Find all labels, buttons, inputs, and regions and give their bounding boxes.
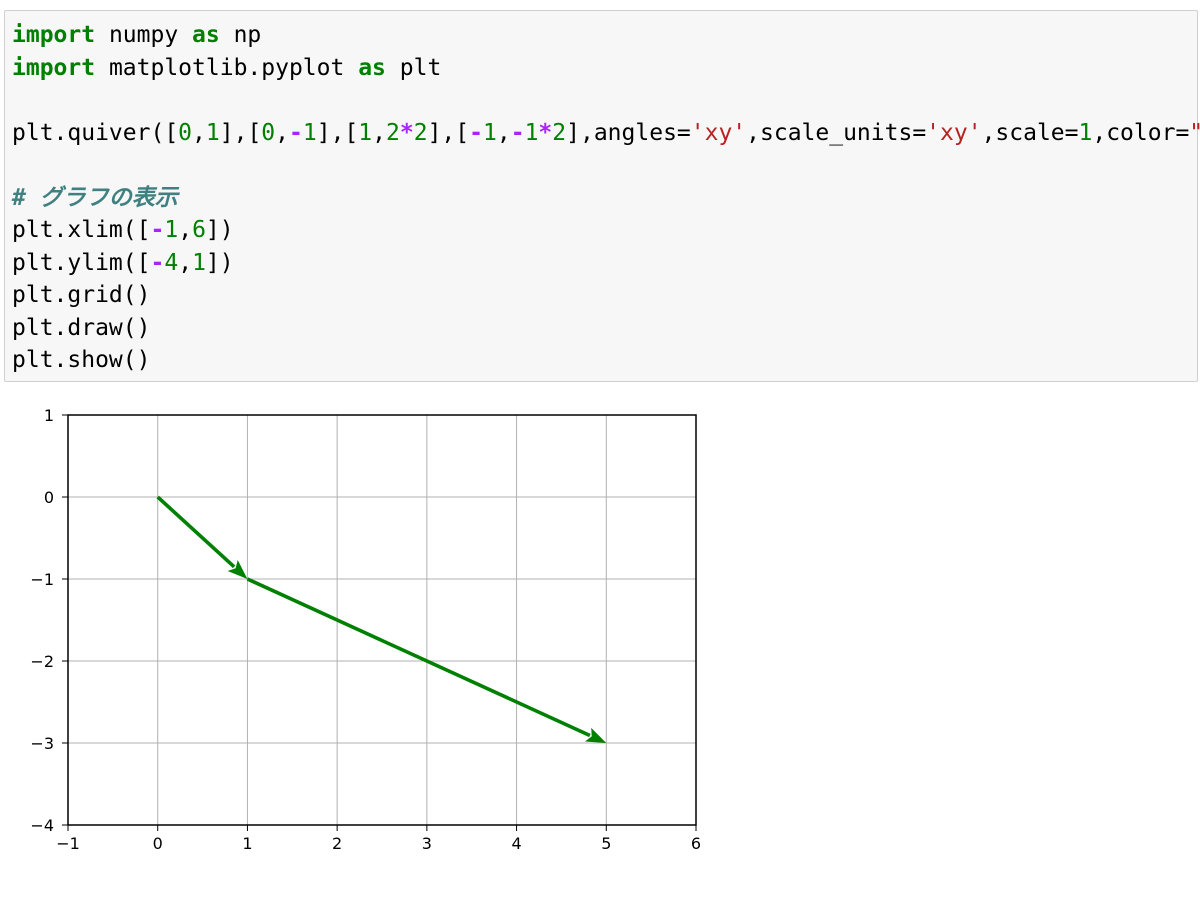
x-tick-label: 4 — [511, 834, 521, 853]
code-token: 1 — [192, 249, 206, 276]
code-token: plt.grid() — [12, 282, 151, 308]
code-token: 'xy' — [926, 119, 982, 146]
code-token: np — [219, 22, 262, 48]
code-token: ],[ — [316, 119, 359, 146]
code-token: 1 — [1078, 119, 1093, 146]
code-token: plt.ylim([ — [12, 249, 151, 276]
code-token: - — [289, 119, 303, 146]
code-token: ]) — [205, 249, 234, 276]
code-line: plt.quiver([0,1],[0,-1],[1,2*2],[-1,-1*2… — [12, 117, 1200, 150]
x-tick-label: 3 — [422, 834, 432, 853]
code-token: - — [510, 119, 525, 146]
code-token: numpy — [95, 22, 193, 48]
grid-lines — [67, 414, 697, 826]
code-token: 2 — [552, 119, 567, 146]
quiver-plot: −1 0 1 2 3 4 5 6 1 0 −1 −2 −3 −4 — [30, 406, 701, 853]
x-tick-label: 6 — [691, 834, 701, 853]
code-token: ]) — [205, 217, 234, 243]
code-token: 0 — [178, 119, 193, 146]
y-tick-label: 0 — [44, 488, 54, 507]
code-token: plt.show() — [12, 347, 151, 373]
code-token: matplotlib.pyplot — [95, 54, 359, 81]
code-line: plt.xlim([-1,6]) — [12, 214, 1200, 247]
code-token: ],[ — [219, 119, 262, 146]
code-token: 'xy' — [690, 119, 747, 146]
code-token: , — [496, 119, 511, 146]
arrow-shaft — [246, 577, 591, 738]
code-token: - — [150, 249, 165, 276]
code-token: import — [12, 22, 96, 48]
code-line: plt.grid() — [12, 279, 1200, 312]
code-token: ],angles= — [566, 119, 691, 146]
code-token: ,scale= — [981, 119, 1079, 146]
code-token: plt.xlim([ — [12, 217, 151, 243]
x-tick-label: −1 — [56, 834, 80, 853]
code-token: , — [178, 249, 193, 276]
code-line: plt.ylim([-4,1]) — [12, 247, 1200, 280]
y-tick-label: −3 — [30, 734, 54, 753]
code-token: as — [192, 22, 220, 48]
code-token: plt — [385, 54, 442, 81]
code-token: ,color= — [1092, 119, 1190, 146]
code-token: - — [150, 217, 165, 243]
code-token: * — [399, 119, 414, 146]
code-token: plt.quiver([ — [12, 119, 179, 146]
code-token: 1 — [524, 119, 539, 146]
code-token: 1 — [205, 119, 220, 146]
code-line: plt.show() — [12, 344, 1200, 377]
code-editor[interactable]: import numpy as np import matplotlib.pypl… — [12, 19, 1200, 377]
code-token: # グラフの表示 — [12, 184, 178, 211]
x-tick-label: 1 — [242, 834, 252, 853]
code-token: "g" — [1189, 120, 1200, 146]
axis-ticks: −1 0 1 2 3 4 5 6 1 0 −1 −2 −3 −4 — [30, 406, 701, 853]
x-tick-label: 5 — [601, 834, 611, 853]
code-token: 0 — [261, 119, 276, 146]
x-tick-label: 2 — [332, 834, 342, 853]
plot-frame — [67, 414, 697, 826]
code-token: ,scale_units= — [746, 119, 927, 146]
code-token: import — [12, 54, 96, 81]
code-token: 1 — [358, 119, 373, 146]
code-token: , — [178, 217, 193, 243]
x-tick-label: 0 — [153, 834, 163, 853]
y-tick-label: −2 — [30, 652, 54, 671]
code-token: 1 — [302, 119, 317, 146]
code-token: 2 — [386, 119, 400, 146]
code-token: , — [372, 119, 386, 146]
quiver-arrows — [156, 495, 607, 743]
code-token: 6 — [192, 217, 206, 243]
y-tick-label: −1 — [30, 570, 54, 589]
y-tick-label: −4 — [30, 816, 54, 835]
code-token: - — [469, 119, 483, 146]
arrow-shaft — [156, 495, 236, 569]
code-line: plt.draw() — [12, 312, 1200, 345]
code-token: 2 — [413, 119, 428, 146]
code-token: plt.draw() — [12, 314, 151, 341]
code-token: , — [192, 119, 206, 146]
code-token: ],[ — [427, 119, 470, 146]
code-line: # グラフの表示 — [12, 182, 1200, 215]
code-token: , — [275, 119, 290, 146]
code-token: 1 — [164, 217, 179, 243]
code-token: * — [538, 119, 553, 146]
code-line: import matplotlib.pyplot as plt — [12, 52, 1200, 85]
y-tick-label: 1 — [44, 406, 54, 425]
code-token: 4 — [164, 249, 179, 276]
code-token: 1 — [482, 119, 497, 146]
code-line: import numpy as np — [12, 19, 1200, 52]
code-token: as — [358, 54, 386, 81]
